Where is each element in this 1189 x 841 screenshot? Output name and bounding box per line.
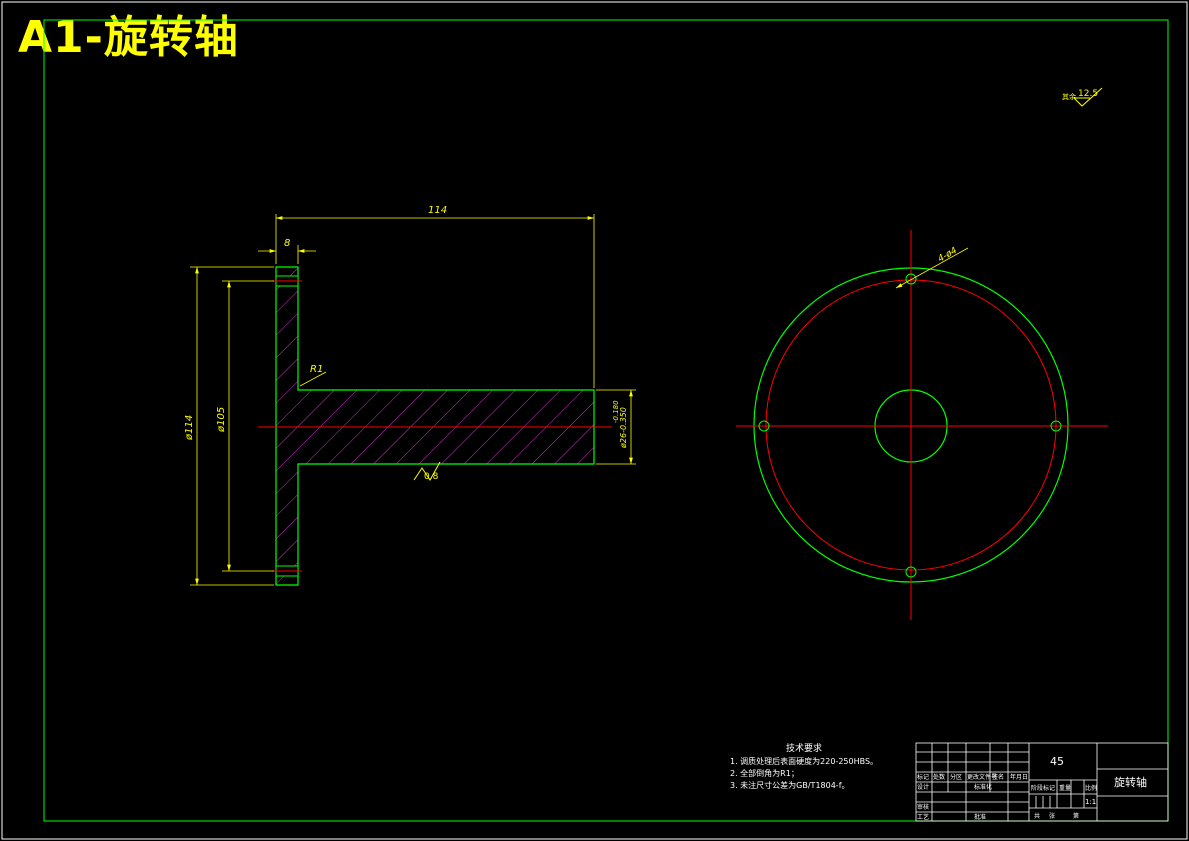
end-view: 4-ø4	[736, 230, 1108, 620]
notes-heading: 技术要求	[786, 742, 822, 754]
tb-process: 工艺	[917, 813, 929, 821]
dim-shaft-length: 114	[428, 205, 447, 216]
tb-count: 处数	[933, 773, 945, 781]
dim-bolt-circle: ø105	[216, 407, 227, 433]
inner-frame	[43, 19, 1169, 822]
dim-shaft-tolerance-top: -0.180	[612, 400, 620, 423]
tb-ratio: 比例	[1085, 784, 1097, 792]
tb-scale: 1:1	[1085, 798, 1096, 806]
tb-page: 第	[1073, 812, 1079, 820]
note-3: 3. 未注尺寸公差为GB/T1804-f。	[730, 780, 850, 790]
shaft-roughness-symbol: 0.8	[413, 461, 441, 482]
roughness-prefix: 其余	[1062, 92, 1076, 101]
shaft-roughness-value: 0.8	[424, 472, 439, 482]
note-2: 2. 全部倒角为R1；	[730, 768, 799, 778]
technical-notes: 技术要求 1. 调质处理后表面硬度为220-250HBS。 2. 全部倒角为R1…	[730, 742, 878, 790]
tb-signature: 签名	[992, 773, 1004, 781]
hatched-section	[275, 266, 595, 586]
tb-approve: 批准	[974, 813, 986, 821]
tb-mark: 标记	[917, 773, 929, 781]
tb-material: 45	[1050, 755, 1064, 768]
section-view: 114 8 ø114 ø105 ø26-0.350 -0.180 R1 0.8	[184, 205, 636, 586]
dim-holes: 4-ø4	[937, 246, 960, 265]
engineering-drawing: 其余 12.5 114 8 ø114 ø105 ø26-0.350 -0.180…	[1, 1, 1188, 840]
tb-part-name: 旋转轴	[1114, 775, 1147, 789]
corner-roughness-symbol: 其余 12.5	[1062, 87, 1103, 107]
tb-weight: 重量	[1059, 784, 1071, 792]
tb-date: 年月日	[1010, 773, 1028, 781]
tb-standardize: 标准化	[974, 783, 992, 791]
tb-review: 审核	[917, 803, 929, 811]
tb-stage-mark: 阶段标记	[1031, 784, 1055, 792]
tb-total: 共	[1034, 812, 1040, 820]
dim-fillet: R1	[310, 364, 323, 375]
tb-sheet: 张	[1049, 812, 1055, 820]
tb-designer: 设计	[917, 783, 929, 791]
note-1: 1. 调质处理后表面硬度为220-250HBS。	[730, 756, 878, 766]
dim-shaft-diameter: ø26-0.350	[619, 407, 628, 449]
dim-flange-thickness: 8	[284, 238, 290, 249]
tb-zone: 分区	[950, 773, 962, 781]
dim-flange-diameter: ø114	[184, 415, 195, 441]
